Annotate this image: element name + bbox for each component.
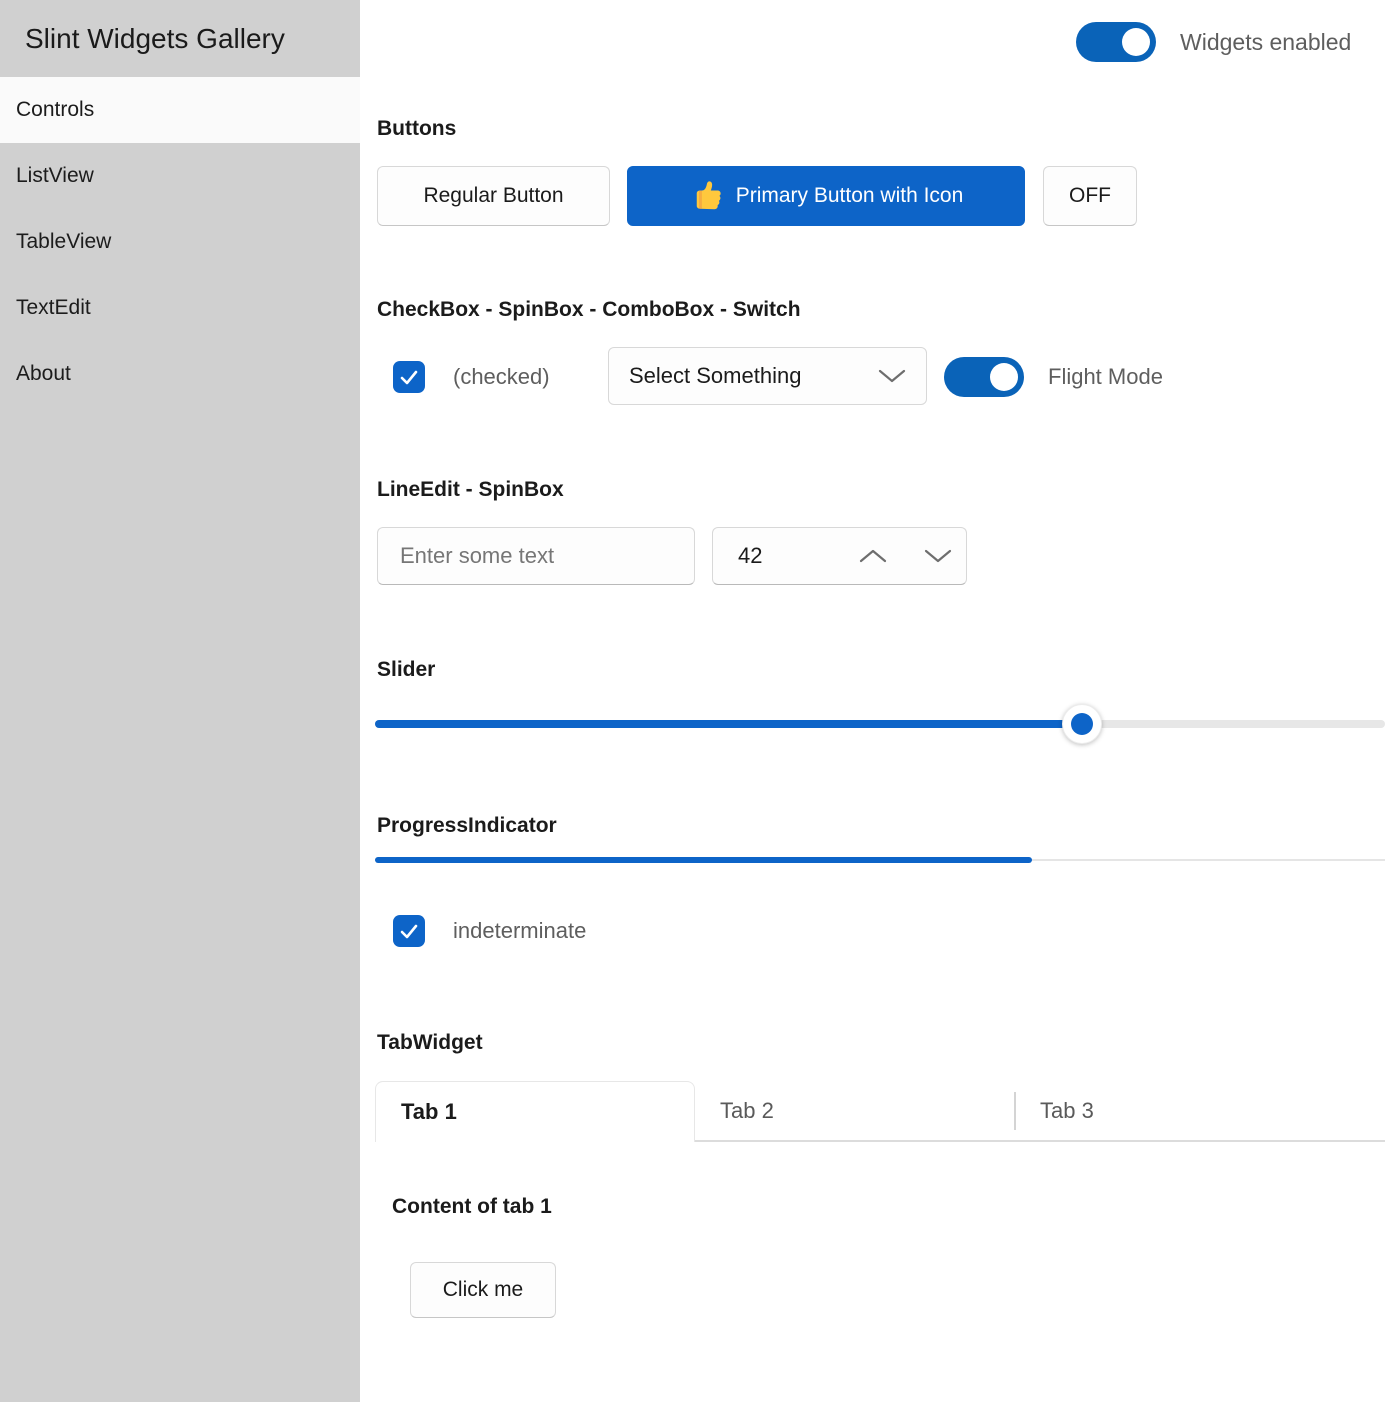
checked-checkbox[interactable] [393,361,425,393]
sidebar-nav: Controls ListView TableView TextEdit Abo… [0,77,360,407]
indeterminate-checkbox-label: indeterminate [453,915,586,947]
regular-button-label: Regular Button [423,184,563,208]
chevron-down-icon [878,369,906,383]
widgets-enabled-label: Widgets enabled [1180,22,1351,62]
checked-checkbox-label: (checked) [453,361,550,393]
slider-heading: Slider [377,657,435,683]
buttons-heading: Buttons [377,116,456,142]
app-title: Slint Widgets Gallery [0,0,360,77]
sidebar-item-textedit[interactable]: TextEdit [0,275,360,341]
slider-handle[interactable] [1062,704,1102,744]
tabwidget-heading: TabWidget [377,1030,483,1056]
sidebar: Slint Widgets Gallery Controls ListView … [0,0,360,1402]
progress-fill [375,857,1032,863]
controls-row-heading: CheckBox - SpinBox - ComboBox - Switch [377,297,801,323]
progress-heading: ProgressIndicator [377,813,557,839]
click-me-button-label: Click me [443,1278,524,1302]
primary-button[interactable]: Primary Button with Icon [627,166,1025,226]
spinbox[interactable]: 42 [712,527,967,585]
tab-3[interactable]: Tab 3 [1015,1081,1335,1141]
chevron-up-icon [859,549,887,563]
tab-1[interactable]: Tab 1 [375,1081,695,1142]
primary-button-label: Primary Button with Icon [736,184,964,208]
switch-thumb [990,363,1018,391]
slider[interactable] [375,720,1385,728]
tab-2[interactable]: Tab 2 [695,1081,1015,1141]
tab-content-heading: Content of tab 1 [392,1194,552,1220]
flight-mode-label: Flight Mode [1048,357,1163,397]
checkmark-icon [400,370,418,385]
off-button[interactable]: OFF [1043,166,1137,226]
off-button-label: OFF [1069,184,1111,208]
spinbox-increment-button[interactable] [853,528,893,584]
sidebar-item-about[interactable]: About [0,341,360,407]
spinbox-value: 42 [738,528,762,584]
indeterminate-checkbox[interactable] [393,915,425,947]
sidebar-item-listview[interactable]: ListView [0,143,360,209]
app-window: Slint Widgets Gallery Controls ListView … [0,0,1400,1402]
sidebar-item-controls[interactable]: Controls [0,77,360,143]
checkmark-icon [400,924,418,939]
combobox-value: Select Something [629,363,801,389]
progress-indicator [375,859,1385,861]
flight-mode-switch[interactable] [944,357,1024,397]
thumbs-up-icon [689,179,723,213]
slider-fill [375,720,1082,728]
click-me-button[interactable]: Click me [410,1262,556,1318]
regular-button[interactable]: Regular Button [377,166,610,226]
combobox[interactable]: Select Something [608,347,927,405]
spinbox-decrement-button[interactable] [918,528,958,584]
switch-thumb [1122,28,1150,56]
lineedit-heading: LineEdit - SpinBox [377,477,564,503]
sidebar-item-tableview[interactable]: TableView [0,209,360,275]
line-edit-input[interactable] [377,527,695,585]
chevron-down-icon [924,549,952,563]
widgets-enabled-switch[interactable] [1076,22,1156,62]
